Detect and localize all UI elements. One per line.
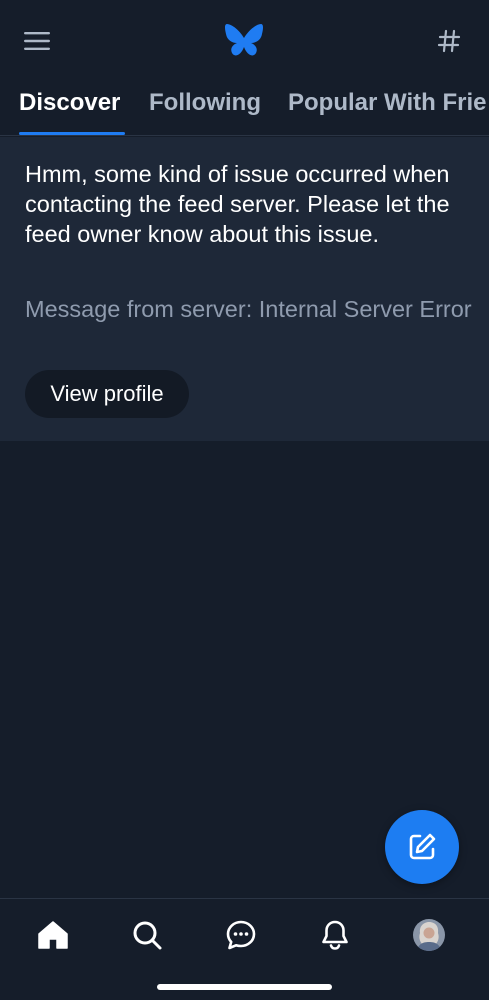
feed-error-card: Hmm, some kind of issue occurred when co… [0,137,489,441]
menu-button[interactable] [18,24,56,58]
hashtag-button[interactable] [430,24,468,58]
server-error-message: Message from server: Internal Server Err… [25,296,472,322]
hashtag-icon [437,29,461,53]
top-bar [0,0,489,82]
nav-profile[interactable] [407,913,451,957]
error-message: Hmm, some kind of issue occurred when co… [25,161,450,247]
nav-notifications[interactable] [313,913,357,957]
avatar [413,919,445,951]
compose-icon [409,833,436,860]
search-icon [133,921,162,950]
home-indicator [157,984,332,990]
tab-popular-with-friends[interactable]: Popular With Frie [288,82,486,135]
nav-search[interactable] [125,913,169,957]
home-icon [38,921,68,949]
butterfly-logo-icon [225,24,263,56]
bell-icon [322,920,348,950]
compose-button[interactable] [385,810,459,884]
tab-following[interactable]: Following [149,82,261,135]
feed-tabs: Discover Following Popular With Frie [0,82,489,136]
nav-home[interactable] [31,913,75,957]
nav-chat[interactable] [219,913,263,957]
app-screen: Discover Following Popular With Frie Hmm… [0,0,489,1000]
view-profile-button[interactable]: View profile [25,370,189,418]
tab-discover[interactable]: Discover [19,82,120,135]
chat-icon [226,920,256,950]
active-tab-indicator [19,132,125,135]
hamburger-menu-icon [24,32,50,50]
